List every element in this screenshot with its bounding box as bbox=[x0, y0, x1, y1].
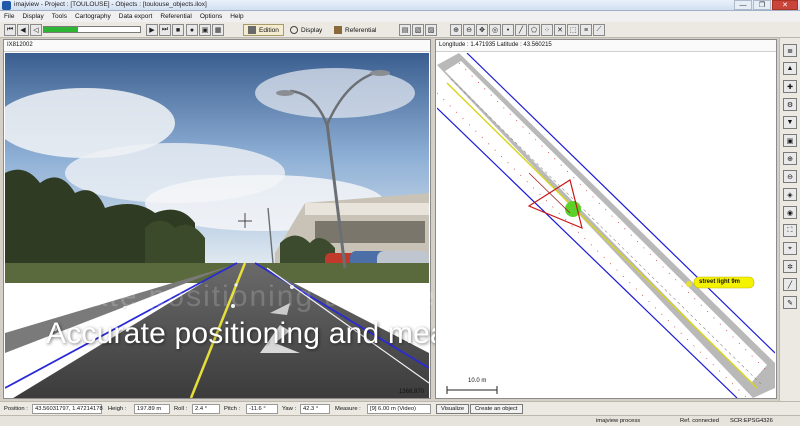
pitch-label: Pitch : bbox=[224, 406, 241, 412]
title-bar: imajview - Project : [TOULOUSE] - Object… bbox=[0, 0, 800, 11]
measure-icon[interactable]: ⟋ bbox=[593, 24, 605, 36]
list-icon[interactable]: ≡ bbox=[580, 24, 592, 36]
menu-options[interactable]: Options bbox=[200, 13, 222, 20]
footer-bar: imajview process Ref. connected SCR:EPSG… bbox=[0, 415, 800, 426]
position-field: 43.56031797, 1.47214178 bbox=[32, 404, 103, 414]
stop-icon[interactable]: ■ bbox=[172, 24, 184, 36]
playback-progress[interactable] bbox=[43, 26, 141, 33]
zoom-in-icon[interactable]: ⊕ bbox=[450, 24, 462, 36]
menu-cartography[interactable]: Cartography bbox=[75, 13, 111, 20]
select-icon[interactable]: ⬚ bbox=[567, 24, 579, 36]
create-object-button[interactable]: Create an object bbox=[470, 404, 523, 414]
locate-icon[interactable]: ⌖ bbox=[783, 242, 797, 255]
skip-forward-icon[interactable]: ⏭ bbox=[159, 24, 171, 36]
ruler-icon[interactable]: ╱ bbox=[783, 278, 797, 291]
scale-label: 10.0 m bbox=[468, 378, 487, 384]
street-light-callout: street light 9m bbox=[699, 279, 741, 285]
play-back-icon[interactable]: ◁ bbox=[30, 24, 42, 36]
zoom-out-icon[interactable]: ⊖ bbox=[463, 24, 475, 36]
height-label: Heigh : bbox=[108, 406, 127, 412]
display-mode-button[interactable]: Display bbox=[286, 24, 326, 36]
menu-bar: File Display Tools Cartography Data expo… bbox=[0, 11, 800, 22]
target-icon[interactable]: ◎ bbox=[489, 24, 501, 36]
edition-label: Edition bbox=[259, 26, 279, 34]
minimize-button[interactable]: — bbox=[734, 0, 752, 10]
frame-number: 1368,970 bbox=[398, 389, 424, 395]
layers-icon[interactable]: ▤ bbox=[399, 24, 411, 36]
video-header: IX812002 bbox=[4, 40, 430, 52]
connection-status: Ref. connected bbox=[680, 418, 719, 424]
magnifier-icon bbox=[290, 26, 298, 34]
grid-icon[interactable]: ▦ bbox=[212, 24, 224, 36]
compass-icon[interactable]: ✲ bbox=[783, 260, 797, 273]
layer-settings-icon[interactable]: ⚙ bbox=[783, 98, 797, 111]
point-icon[interactable]: • bbox=[502, 24, 514, 36]
height-field: 197.89 m bbox=[134, 404, 170, 414]
center-icon[interactable]: ◉ bbox=[783, 206, 797, 219]
pitch-field: -11.6 ° bbox=[246, 404, 278, 414]
layer-down-icon[interactable]: ▼ bbox=[783, 116, 797, 129]
menu-referential[interactable]: Referential bbox=[160, 13, 191, 20]
line-icon[interactable]: ╱ bbox=[515, 24, 527, 36]
roll-label: Roll : bbox=[174, 406, 188, 412]
right-toolbar: ≣ ▲ ✚ ⚙ ▼ ▣ ⊕ ⊖ ◈ ◉ ⛶ ⌖ ✲ ╱ ✎ bbox=[779, 38, 800, 402]
edition-mode-button[interactable]: Edition bbox=[243, 24, 284, 36]
window-title: imajview - Project : [TOULOUSE] - Object… bbox=[14, 1, 207, 8]
zoom-in-side-icon[interactable]: ⊕ bbox=[783, 152, 797, 165]
referential-label: Referential bbox=[345, 26, 377, 34]
process-status: imajview process bbox=[596, 418, 641, 424]
position-label: Position : bbox=[4, 406, 28, 412]
edit-icon bbox=[248, 26, 256, 34]
step-back-icon[interactable]: ◀ bbox=[17, 24, 29, 36]
yaw-field: 42.3 ° bbox=[300, 404, 330, 414]
layer-add-icon[interactable]: ✚ bbox=[783, 80, 797, 93]
referential-icon bbox=[334, 26, 342, 34]
draw-icon[interactable]: ✎ bbox=[783, 296, 797, 309]
menu-help[interactable]: Help bbox=[230, 13, 243, 20]
fit-icon[interactable]: ⛶ bbox=[783, 224, 797, 237]
play-icon[interactable]: ▶ bbox=[146, 24, 158, 36]
pan-icon[interactable]: ✥ bbox=[476, 24, 488, 36]
map-canvas[interactable] bbox=[437, 53, 775, 398]
display-label: Display bbox=[301, 26, 323, 34]
skip-back-icon[interactable]: ⏮ bbox=[4, 24, 16, 36]
measure-select[interactable]: [9] 6.00 m (Video) bbox=[367, 404, 431, 414]
layer-up-icon[interactable]: ▲ bbox=[783, 62, 797, 75]
camera-icon[interactable]: ▣ bbox=[199, 24, 211, 36]
menu-tools[interactable]: Tools bbox=[52, 13, 67, 20]
dots-icon[interactable]: ⁘ bbox=[541, 24, 553, 36]
zoom-out-side-icon[interactable]: ⊖ bbox=[783, 170, 797, 183]
close-button[interactable]: ✕ bbox=[772, 0, 798, 10]
yaw-label: Yaw : bbox=[282, 406, 297, 412]
menu-display[interactable]: Display bbox=[22, 13, 43, 20]
menu-file[interactable]: File bbox=[4, 13, 14, 20]
layers-list-icon[interactable]: ≣ bbox=[783, 44, 797, 57]
map-view: Longitude : 1.471935 Latitude : 43.56021… bbox=[435, 39, 777, 399]
polygon-icon[interactable]: ⬠ bbox=[528, 24, 540, 36]
record-icon[interactable]: ● bbox=[186, 24, 198, 36]
street-light-marker[interactable] bbox=[686, 281, 692, 287]
image-icon[interactable]: ▧ bbox=[412, 24, 424, 36]
map-icon[interactable]: ▨ bbox=[425, 24, 437, 36]
app-icon bbox=[2, 1, 11, 10]
maximize-button[interactable]: ❐ bbox=[753, 0, 771, 10]
photo-capture-icon[interactable]: ▣ bbox=[783, 134, 797, 147]
status-bar: Position : 43.56031797, 1.47214178 Heigh… bbox=[0, 401, 800, 415]
map-coordinates: Longitude : 1.471935 Latitude : 43.56021… bbox=[436, 40, 776, 52]
menu-data-export[interactable]: Data export bbox=[119, 13, 153, 20]
measure-label: Measure : bbox=[335, 406, 361, 412]
toolbar: ⏮ ◀ ◁ ▶ ⏭ ■ ● ▣ ▦ Edition Display Refere… bbox=[0, 22, 800, 38]
referential-mode-button[interactable]: Referential bbox=[330, 24, 380, 36]
cross-icon[interactable]: ✕ bbox=[554, 24, 566, 36]
visualize-button[interactable]: Visualize bbox=[436, 404, 470, 414]
progress-fill bbox=[44, 27, 78, 32]
srs-status: SCR:EPSG4326 bbox=[730, 418, 773, 424]
zoom-extent-icon[interactable]: ◈ bbox=[783, 188, 797, 201]
roll-field: 2.4 ° bbox=[192, 404, 220, 414]
